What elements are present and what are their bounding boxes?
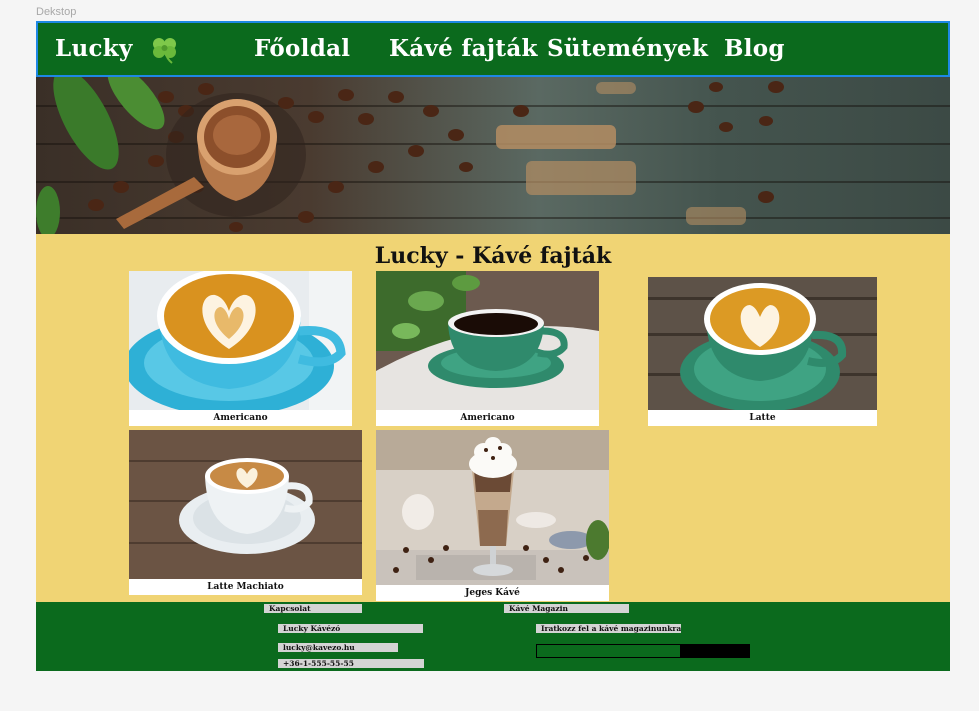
top-navbar: Lucky Főoldal Kávé fajták Sütemények Blo… xyxy=(36,21,950,77)
hero-image xyxy=(36,77,950,234)
magazine-heading: Kávé Magazin xyxy=(504,604,629,613)
nav-item-home[interactable]: Főoldal xyxy=(254,35,350,62)
page-title: Lucky - Kávé fajták xyxy=(374,243,612,269)
desktop-frame: Lucky Főoldal Kávé fajták Sütemények Blo… xyxy=(36,21,950,671)
coffee-card-latte[interactable]: Latte xyxy=(648,277,877,426)
coffee-card-iced-coffee[interactable]: Jeges Kávé xyxy=(376,430,609,601)
contact-name: Lucky Kávézó xyxy=(278,624,423,633)
nav-item-coffee-types[interactable]: Kávé fajták xyxy=(389,35,538,62)
card-caption: Latte xyxy=(648,410,877,426)
latte-photo xyxy=(648,277,877,410)
card-caption: Americano xyxy=(129,410,352,426)
latte-machiato-photo xyxy=(129,430,362,579)
iced-coffee-photo xyxy=(376,430,609,585)
shamrock-icon xyxy=(153,38,176,64)
frame-label: Dekstop xyxy=(36,6,77,18)
contact-heading: Kapcsolat xyxy=(264,604,362,613)
americano-black-photo xyxy=(376,271,599,410)
coffee-beans-scene xyxy=(36,77,784,234)
brand-name[interactable]: Lucky xyxy=(55,35,133,62)
footer: Kapcsolat Lucky Kávézó lucky@kavezo.hu +… xyxy=(36,602,950,671)
coffee-card-americano[interactable]: Americano xyxy=(129,271,352,426)
coffee-card-latte-machiato[interactable]: Latte Machiato xyxy=(129,430,362,595)
coffee-card-americano-black[interactable]: Americano xyxy=(376,271,599,426)
americano-photo xyxy=(129,271,352,410)
contact-email[interactable]: lucky@kavezo.hu xyxy=(278,643,398,652)
nav-item-blog[interactable]: Blog xyxy=(724,35,785,62)
card-caption: Americano xyxy=(376,410,599,426)
coffee-types-section: Lucky - Kávé fajták Americano Americano … xyxy=(36,234,950,602)
card-caption: Latte Machiato xyxy=(129,579,362,595)
contact-phone[interactable]: +36-1-555-55-55 xyxy=(278,659,424,668)
magazine-subscribe-text: Iratkozz fel a kávé magazinunkra xyxy=(536,624,681,633)
card-caption: Jeges Kávé xyxy=(376,585,609,601)
nav-item-pastries[interactable]: Sütemények xyxy=(547,35,708,62)
newsletter-subscribe-button[interactable] xyxy=(680,645,750,657)
